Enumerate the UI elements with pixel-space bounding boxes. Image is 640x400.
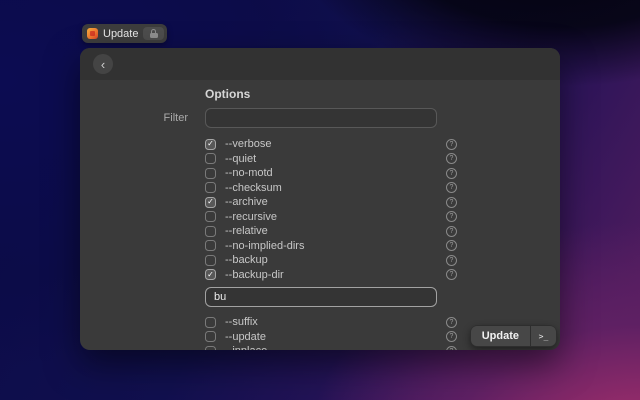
window-header: ‹ — [80, 48, 560, 80]
help-icon[interactable]: ? — [446, 331, 457, 342]
help-icon[interactable]: ? — [446, 255, 457, 266]
help-icon[interactable]: ? — [446, 153, 457, 164]
option-label: --checksum — [225, 182, 446, 194]
help-icon[interactable]: ? — [446, 139, 457, 150]
help-icon[interactable]: ? — [446, 317, 457, 328]
option-label: --verbose — [225, 138, 446, 150]
option-row: --archive ? — [205, 195, 457, 210]
section-title: Options — [205, 88, 560, 101]
checkbox[interactable] — [205, 153, 216, 164]
help-icon[interactable]: ? — [446, 197, 457, 208]
checkbox[interactable] — [205, 226, 216, 237]
desktop-background: Update ‹ Options Filter --verbose ? — [0, 0, 640, 400]
command-tab-label: Update — [103, 28, 138, 40]
option-label: --no-implied-dirs — [225, 240, 446, 252]
option-label: --inplace — [225, 345, 446, 350]
option-row: --recursive ? — [205, 210, 457, 225]
option-label: --backup — [225, 254, 446, 266]
option-label: --recursive — [225, 211, 446, 223]
option-label: --backup-dir — [225, 269, 446, 281]
option-label: --quiet — [225, 153, 446, 165]
checkbox[interactable] — [205, 346, 216, 350]
option-row: --update ? — [205, 330, 457, 345]
filter-row: Filter — [80, 108, 560, 128]
command-form-window: ‹ Options Filter --verbose ? --quiet ? — [80, 48, 560, 350]
help-icon[interactable]: ? — [446, 182, 457, 193]
terminal-icon[interactable]: >_ — [530, 326, 556, 346]
checkbox[interactable] — [205, 331, 216, 342]
back-button[interactable]: ‹ — [93, 54, 113, 74]
options-list: --verbose ? --quiet ? --no-motd ? --chec… — [80, 137, 560, 350]
lock-icon — [150, 29, 158, 38]
help-icon[interactable]: ? — [446, 168, 457, 179]
submit-button-group: Update >_ — [470, 325, 557, 347]
checkbox[interactable] — [205, 139, 216, 150]
help-icon[interactable]: ? — [446, 346, 457, 350]
option-row: --suffix ? — [205, 315, 457, 330]
lock-chip — [143, 27, 164, 40]
checkbox[interactable] — [205, 211, 216, 222]
help-icon[interactable]: ? — [446, 211, 457, 222]
help-icon[interactable]: ? — [446, 226, 457, 237]
checkbox[interactable] — [205, 240, 216, 251]
checkbox[interactable] — [205, 168, 216, 179]
option-row: --quiet ? — [205, 152, 457, 167]
option-row: --verbose ? — [205, 137, 457, 152]
option-row: --backup ? — [205, 253, 457, 268]
option-row: --checksum ? — [205, 181, 457, 196]
script-app-icon — [87, 28, 98, 39]
backup-dir-value-row — [205, 287, 560, 307]
checkbox[interactable] — [205, 269, 216, 280]
checkbox[interactable] — [205, 197, 216, 208]
option-row: --no-motd ? — [205, 166, 457, 181]
option-label: --suffix — [225, 316, 446, 328]
option-row: --backup-dir ? — [205, 268, 457, 283]
help-icon[interactable]: ? — [446, 269, 457, 280]
backup-dir-value-input[interactable] — [205, 287, 437, 307]
option-row: --relative ? — [205, 224, 457, 239]
filter-input[interactable] — [205, 108, 437, 128]
filter-label: Filter — [80, 112, 188, 124]
option-row: --no-implied-dirs ? — [205, 239, 457, 254]
checkbox[interactable] — [205, 255, 216, 266]
option-row: --inplace ? — [205, 344, 457, 350]
checkbox[interactable] — [205, 317, 216, 328]
option-label: --no-motd — [225, 167, 446, 179]
form-content: Options Filter --verbose ? --quiet ? — [80, 88, 560, 350]
checkbox[interactable] — [205, 182, 216, 193]
update-submit-button[interactable]: Update — [471, 326, 530, 346]
option-label: --update — [225, 331, 446, 343]
option-label: --relative — [225, 225, 446, 237]
option-label: --archive — [225, 196, 446, 208]
help-icon[interactable]: ? — [446, 240, 457, 251]
command-tab[interactable]: Update — [82, 24, 167, 43]
